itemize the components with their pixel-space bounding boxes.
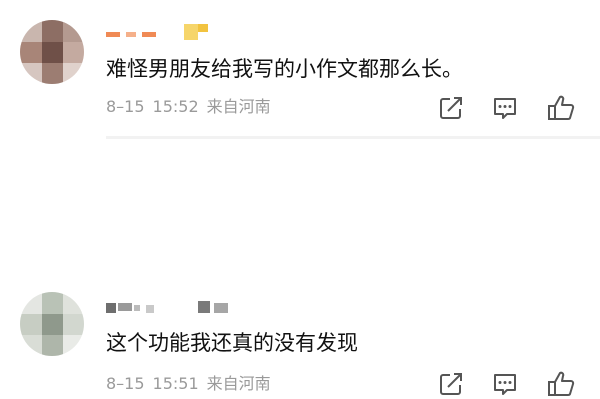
comment-location: 来自河南 [206,374,271,393]
comment-location: 来自河南 [206,97,271,116]
avatar[interactable] [20,20,84,84]
share-button[interactable] [436,369,466,399]
like-button[interactable] [546,369,576,399]
comment-time: 15:51 [152,374,199,393]
comment-text: 难怪男朋友给我写的小作文都那么长。 [106,57,463,81]
share-icon [440,97,462,119]
reply-button[interactable] [490,369,520,399]
share-icon [440,373,462,395]
reply-button[interactable] [490,93,520,123]
comment-date: 8–15 [106,374,145,393]
comment-actions [436,93,586,123]
comment-item: 难怪男朋友给我写的小作文都那么长。 8–15 15:52 来自河南 [0,0,600,136]
comment-date: 8–15 [106,97,145,116]
like-button[interactable] [546,93,576,123]
share-button[interactable] [436,93,466,123]
comment-actions [436,369,586,399]
comment-text: 这个功能我还真的没有发现 [106,331,358,355]
comment-icon [494,374,516,395]
comment-item: 这个功能我还真的没有发现 8–15 15:51 来自河南 [0,139,600,396]
comment-icon [494,98,516,119]
avatar[interactable] [20,292,84,356]
thumbs-up-icon [548,95,575,120]
thumbs-up-icon [548,371,575,396]
comment-time: 15:52 [152,97,199,116]
comment-meta: 8–15 15:51 来自河南 [106,373,279,395]
comment-meta: 8–15 15:52 来自河南 [106,96,279,118]
